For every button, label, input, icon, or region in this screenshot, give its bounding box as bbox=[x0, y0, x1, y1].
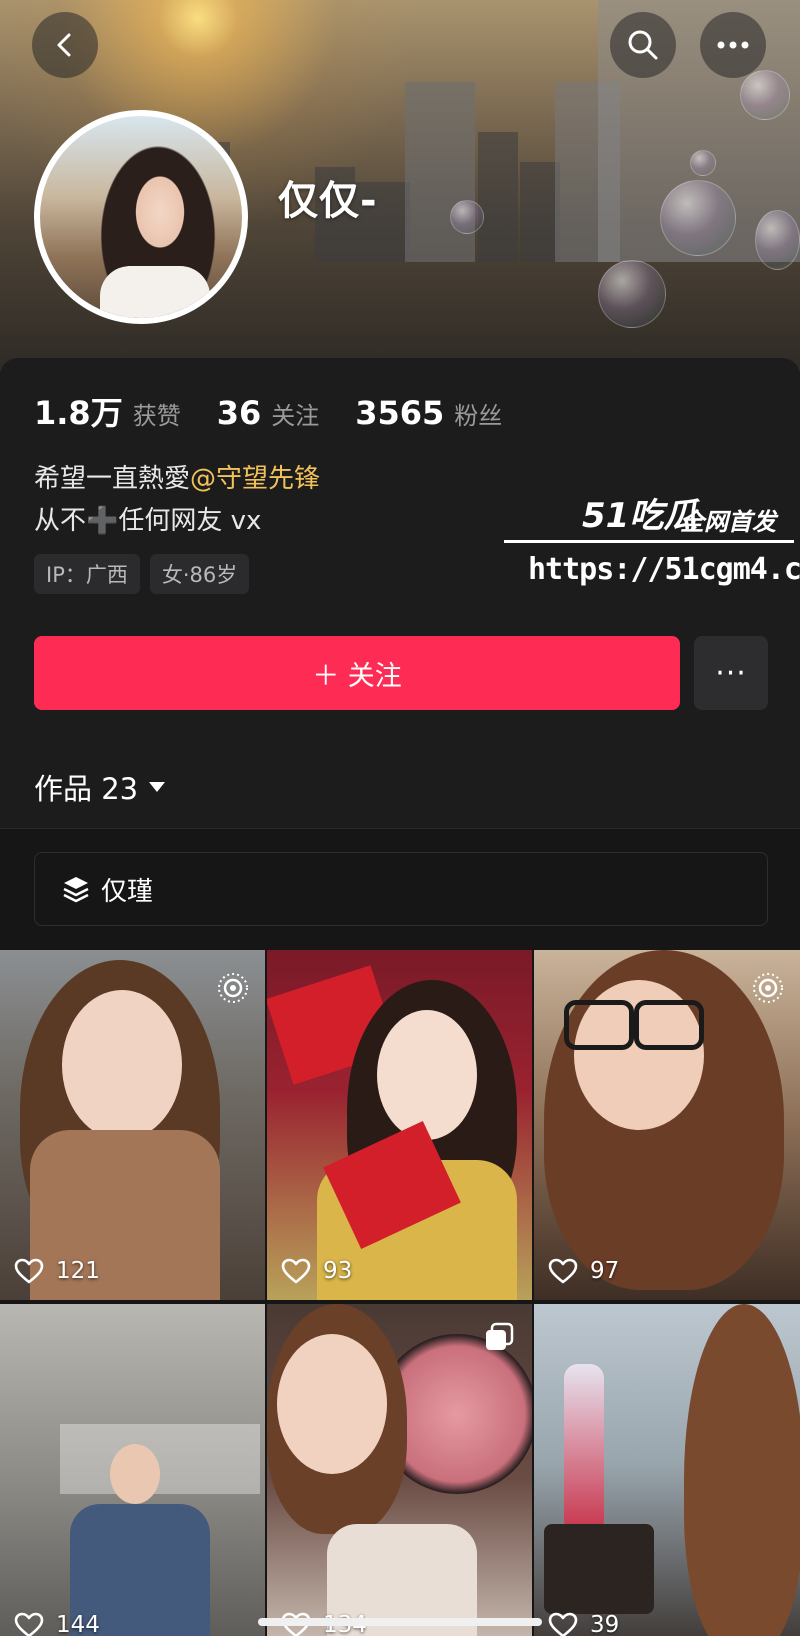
bio-text: 希望一直熱愛 bbox=[34, 464, 191, 494]
tab-works[interactable]: 作品 23 bbox=[34, 766, 166, 808]
like-count: 97 bbox=[548, 1258, 619, 1284]
following-count[interactable]: 36 bbox=[217, 394, 262, 432]
bubble-decor bbox=[598, 260, 666, 328]
cover-building bbox=[478, 132, 518, 262]
likes-count: 1.8万 bbox=[34, 394, 123, 432]
post-thumbnail bbox=[62, 990, 182, 1140]
post-tile[interactable]: 134 bbox=[267, 1304, 532, 1636]
bubble-decor bbox=[660, 180, 736, 256]
live-photo-icon bbox=[753, 973, 783, 1003]
post-tile[interactable]: 97 bbox=[534, 950, 800, 1300]
bubble-decor bbox=[690, 150, 716, 176]
cover-building bbox=[405, 82, 475, 262]
post-tile[interactable]: 121 bbox=[0, 950, 265, 1300]
caret-down-icon bbox=[149, 782, 166, 792]
like-count: 39 bbox=[548, 1612, 619, 1636]
plus-icon: ➕ bbox=[86, 506, 119, 536]
post-thumbnail bbox=[634, 1000, 704, 1050]
divider bbox=[0, 828, 800, 829]
search-button[interactable] bbox=[610, 12, 676, 78]
works-tab-label: 作品 23 bbox=[34, 772, 139, 806]
bio-text: 从不 bbox=[34, 506, 87, 536]
heart-icon bbox=[281, 1258, 311, 1284]
like-count: 93 bbox=[281, 1258, 352, 1284]
mention-link[interactable]: @守望先锋 bbox=[190, 464, 320, 494]
post-grid: 121 93 97 144 39 bbox=[0, 950, 800, 1636]
like-count-text: 39 bbox=[590, 1612, 620, 1636]
home-indicator[interactable] bbox=[258, 1618, 542, 1626]
stats-row: 1.8万 获赞 36 关注 3565 粉丝 bbox=[34, 388, 538, 434]
more-options-button[interactable] bbox=[700, 12, 766, 78]
watermark: 51吃瓜 全网首发 https://51cgm4.com bbox=[504, 488, 800, 598]
bubble-decor bbox=[450, 200, 484, 234]
bio-line-2: 从不➕任何网友 vx bbox=[34, 500, 320, 542]
like-count: 121 bbox=[14, 1258, 100, 1284]
watermark-tag: 全网首发 bbox=[680, 508, 776, 536]
post-tile[interactable]: 93 bbox=[267, 950, 532, 1300]
follow-button[interactable]: ＋ 关注 bbox=[34, 636, 680, 710]
multi-image-icon bbox=[486, 1322, 514, 1350]
live-photo-icon bbox=[218, 973, 248, 1003]
followers-count[interactable]: 3565 bbox=[355, 394, 444, 432]
cover-building bbox=[520, 162, 560, 262]
collection-card[interactable]: 仅瑾 bbox=[34, 852, 768, 926]
heart-icon bbox=[14, 1612, 44, 1636]
back-button[interactable] bbox=[32, 12, 98, 78]
layers-icon bbox=[63, 877, 89, 903]
like-count: 144 bbox=[14, 1612, 100, 1636]
post-thumbnail bbox=[277, 1334, 387, 1474]
post-tile[interactable]: 39 bbox=[534, 1304, 800, 1636]
like-count-text: 121 bbox=[56, 1258, 100, 1284]
likes-label: 获赞 bbox=[132, 402, 181, 430]
more-dots-icon bbox=[717, 41, 749, 49]
following-label[interactable]: 关注 bbox=[271, 396, 319, 431]
post-thumbnail bbox=[684, 1304, 800, 1636]
post-thumbnail bbox=[564, 1364, 604, 1534]
bubble-decor bbox=[740, 70, 790, 120]
post-thumbnail bbox=[544, 1524, 654, 1614]
profile-name: 仅仅- bbox=[278, 178, 378, 224]
avatar[interactable] bbox=[34, 110, 248, 324]
chevron-left-icon bbox=[57, 33, 71, 57]
avatar-shirt bbox=[100, 266, 210, 318]
post-thumbnail bbox=[377, 1010, 477, 1140]
collection-label: 仅瑾 bbox=[101, 876, 154, 907]
post-thumbnail bbox=[60, 1424, 260, 1494]
bio: 希望一直熱愛@守望先锋 从不➕任何网友 vx bbox=[34, 458, 320, 542]
bio-text: 任何网友 vx bbox=[118, 506, 262, 536]
watermark-url: https://51cgm4.com bbox=[528, 552, 800, 587]
heart-icon bbox=[548, 1612, 578, 1636]
post-thumbnail bbox=[564, 1000, 634, 1050]
search-icon bbox=[628, 30, 658, 60]
like-count-text: 144 bbox=[56, 1612, 100, 1636]
gender-age-tag: 女·86岁 bbox=[149, 554, 250, 594]
post-thumbnail bbox=[110, 1444, 160, 1504]
followers-label[interactable]: 粉丝 bbox=[454, 396, 502, 431]
watermark-divider bbox=[504, 540, 794, 543]
heart-icon bbox=[548, 1258, 578, 1284]
post-tile[interactable]: 144 bbox=[0, 1304, 265, 1636]
more-actions-button[interactable]: ··· bbox=[694, 636, 768, 710]
bubble-decor bbox=[755, 210, 800, 270]
profile-tags: IP：广西 女·86岁 bbox=[34, 554, 250, 594]
heart-icon bbox=[14, 1258, 44, 1284]
ip-tag: IP：广西 bbox=[34, 554, 140, 594]
like-count-text: 97 bbox=[590, 1258, 620, 1284]
like-count-text: 93 bbox=[323, 1258, 353, 1284]
bio-line-1: 希望一直熱愛@守望先锋 bbox=[34, 458, 320, 500]
